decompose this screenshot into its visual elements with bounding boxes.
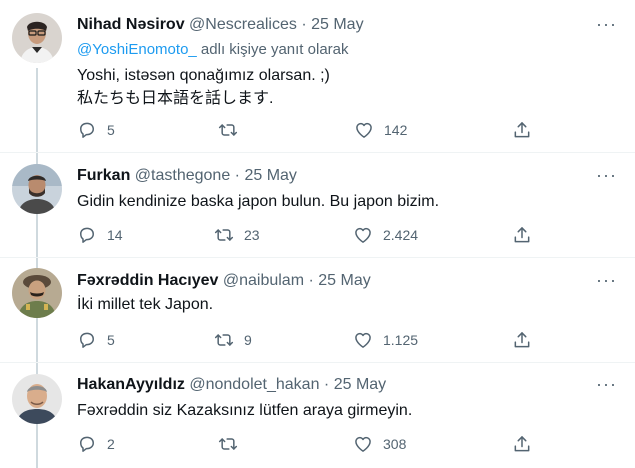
avatar-image — [12, 164, 62, 214]
username[interactable]: @nondolet_hakan — [189, 376, 319, 393]
reply-icon — [77, 120, 97, 140]
timestamp[interactable]: 25 May — [244, 167, 296, 184]
like-count: 142 — [384, 122, 408, 138]
like-count: 2.424 — [383, 227, 419, 243]
avatar[interactable] — [12, 374, 62, 424]
avatar[interactable] — [12, 13, 62, 63]
action-bar: 5 142 — [77, 118, 537, 142]
tweet-3[interactable]: Fəxrəddin Hacıyev @naibulam · 25 May ···… — [0, 258, 635, 362]
reply-button[interactable]: 5 — [77, 328, 115, 352]
tweet-text: Yoshi, istəsən qonağımız olarsan. ;) 私たち… — [77, 64, 330, 110]
retweet-button[interactable]: 9 — [214, 328, 252, 352]
like-count: 308 — [383, 436, 407, 452]
display-name[interactable]: Nihad Nəsirov — [77, 16, 185, 33]
tweet-header: HakanAyyıldız @nondolet_hakan · 25 May — [77, 376, 386, 394]
share-button[interactable] — [512, 328, 532, 352]
separator-dot: · — [323, 376, 330, 393]
retweet-count: 9 — [244, 332, 252, 348]
retweet-count: 23 — [244, 227, 260, 243]
reply-button[interactable]: 2 — [77, 432, 115, 456]
more-icon[interactable]: ··· — [596, 165, 617, 186]
tweet-text-line: İki millet tek Japon. — [77, 296, 214, 313]
like-button[interactable]: 2.424 — [353, 223, 418, 247]
timestamp[interactable]: 25 May — [311, 16, 363, 33]
avatar[interactable] — [12, 268, 62, 318]
retweet-button[interactable] — [218, 432, 248, 456]
tweet-text-line: Yoshi, istəsən qonağımız olarsan. ;) — [77, 67, 330, 84]
like-button[interactable]: 308 — [353, 432, 406, 456]
tweet-text-line: 私たちも日本語を話します. — [77, 90, 274, 107]
retweet-icon — [214, 330, 234, 350]
reply-mention-link[interactable]: @YoshiEnomoto_ — [77, 41, 197, 58]
retweet-icon — [218, 434, 238, 454]
username[interactable]: @tasthegone — [135, 167, 230, 184]
more-icon[interactable]: ··· — [596, 270, 617, 291]
tweet-header: Nihad Nəsirov @Nescrealices · 25 May — [77, 16, 364, 34]
reply-count: 2 — [107, 436, 115, 452]
like-icon — [354, 120, 374, 140]
reply-button[interactable]: 5 — [77, 118, 115, 142]
more-icon[interactable]: ··· — [596, 14, 617, 35]
share-icon — [512, 225, 532, 245]
username[interactable]: @Nescrealices — [189, 16, 297, 33]
tweet-text: Gidin kendinize baska japon bulun. Bu ja… — [77, 190, 439, 213]
retweet-button[interactable]: 23 — [214, 223, 260, 247]
avatar-image — [12, 374, 62, 424]
share-icon — [512, 434, 532, 454]
reply-icon — [77, 434, 97, 454]
reply-button[interactable]: 14 — [77, 223, 123, 247]
tweet-header: Furkan @tasthegone · 25 May — [77, 167, 297, 185]
display-name[interactable]: HakanAyyıldız — [77, 376, 185, 393]
retweet-button[interactable] — [218, 118, 248, 142]
timestamp[interactable]: 25 May — [334, 376, 386, 393]
retweet-icon — [218, 120, 238, 140]
like-icon — [353, 225, 373, 245]
reply-count: 14 — [107, 227, 123, 243]
reply-count: 5 — [107, 332, 115, 348]
tweet-2[interactable]: Furkan @tasthegone · 25 May ··· Gidin ke… — [0, 153, 635, 257]
action-bar: 5 9 1.125 — [77, 328, 537, 352]
timestamp[interactable]: 25 May — [318, 272, 370, 289]
avatar[interactable] — [12, 164, 62, 214]
like-icon — [353, 434, 373, 454]
share-button[interactable] — [512, 432, 532, 456]
share-button[interactable] — [512, 118, 532, 142]
share-button[interactable] — [512, 223, 532, 247]
retweet-icon — [214, 225, 234, 245]
tweet-text: İki millet tek Japon. — [77, 293, 213, 316]
share-icon — [512, 120, 532, 140]
display-name[interactable]: Furkan — [77, 167, 130, 184]
tweet-text: Fəxrəddin siz Kazaksınız lütfen araya gi… — [77, 399, 412, 422]
display-name[interactable]: Fəxrəddin Hacıyev — [77, 272, 218, 289]
like-icon — [353, 330, 373, 350]
separator-dot: · — [301, 16, 307, 33]
reply-icon — [77, 330, 97, 350]
tweet-4[interactable]: HakanAyyıldız @nondolet_hakan · 25 May ·… — [0, 363, 635, 468]
like-button[interactable]: 1.125 — [353, 328, 418, 352]
tweet-text-line: Fəxrəddin siz Kazaksınız lütfen araya gi… — [77, 402, 413, 419]
avatar-image — [12, 13, 62, 63]
more-icon[interactable]: ··· — [596, 374, 617, 395]
like-count: 1.125 — [383, 332, 419, 348]
separator-dot: · — [308, 272, 314, 289]
action-bar: 2 308 — [77, 432, 537, 456]
username[interactable]: @naibulam — [223, 272, 304, 289]
avatar-image — [12, 268, 62, 318]
action-bar: 14 23 2.424 — [77, 223, 537, 247]
share-icon — [512, 330, 532, 350]
tweet-1[interactable]: Nihad Nəsirov @Nescrealices · 25 May ···… — [0, 0, 635, 468]
reply-context-label: adlı kişiye yanıt olarak — [196, 41, 349, 58]
tweet-header: Fəxrəddin Hacıyev @naibulam · 25 May — [77, 272, 371, 290]
tweet-text-line: Gidin kendinize baska japon bulun. Bu ja… — [77, 193, 440, 210]
separator-dot: · — [234, 167, 240, 184]
reply-icon — [77, 225, 97, 245]
reply-context: @YoshiEnomoto_ adlı kişiye yanıt olarak — [77, 41, 349, 58]
like-button[interactable]: 142 — [354, 118, 407, 142]
reply-count: 5 — [107, 122, 115, 138]
